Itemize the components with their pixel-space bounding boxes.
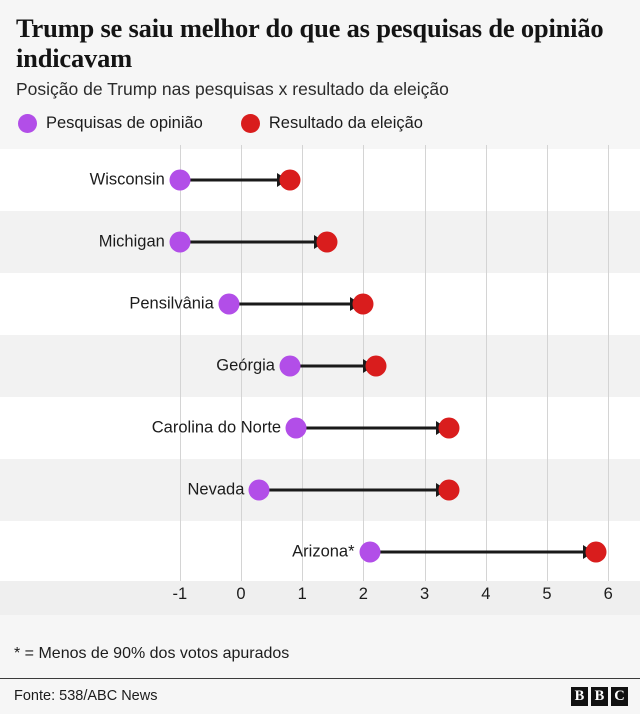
chart-header: Trump se saiu melhor do que as pesquisas… [0, 0, 640, 145]
x-axis-tick-label: 0 [236, 585, 246, 604]
poll-dot [169, 231, 191, 253]
legend-item: Pesquisas de opinião [18, 114, 203, 134]
connector-line [369, 550, 585, 554]
poll-dot [359, 541, 381, 563]
poll-dot [169, 169, 191, 191]
x-axis-tick-label: 4 [481, 585, 491, 604]
chart-legend: Pesquisas de opinião Resultado da eleição [16, 112, 624, 145]
legend-label: Resultado da eleição [268, 114, 423, 133]
bbc-logo-letter: B [571, 687, 588, 706]
chart-row: Geórgia [0, 335, 640, 397]
result-dot [585, 541, 607, 563]
source-bar: Fonte: 538/ABC News BBC [0, 678, 640, 714]
legend-item: Resultado da eleição [240, 114, 423, 134]
result-dot [438, 417, 460, 439]
data-rows: Wisconsin Michigan Pensilvânia Geórgia Carol… [0, 145, 640, 591]
row-label: Geórgia [216, 356, 275, 375]
x-axis-tick-label: 2 [358, 585, 368, 604]
poll-dot [285, 417, 307, 439]
x-axis-tick-label: 6 [603, 585, 613, 604]
page-title: Trump se saiu melhor do que as pesquisas… [16, 13, 604, 73]
chart-row: Wisconsin [0, 149, 640, 211]
row-label: Michigan [98, 232, 165, 251]
legend-label: Pesquisas de opinião [46, 114, 203, 133]
row-label: Wisconsin [89, 170, 165, 189]
chart-row: Michigan [0, 211, 640, 273]
row-label: Arizona* [292, 542, 355, 561]
circle-icon [240, 114, 260, 134]
connector-line [179, 240, 316, 244]
bbc-logo-letter: C [611, 687, 628, 706]
x-axis: -1 0 1 2 3 4 5 6 [0, 581, 640, 616]
connector-line [179, 178, 279, 182]
chart-row: Arizona* [0, 521, 640, 583]
plot-area: Wisconsin Michigan Pensilvânia Geórgia Carol… [0, 145, 640, 616]
poll-dot [279, 355, 301, 377]
x-axis-tick-label: 3 [420, 585, 430, 604]
connector-line [228, 302, 353, 306]
bbc-logo: BBC [571, 687, 628, 706]
result-dot [316, 231, 338, 253]
row-label: Pensilvânia [129, 294, 214, 313]
result-dot [365, 355, 387, 377]
connector-line [289, 364, 365, 368]
row-label: Carolina do Norte [151, 418, 282, 437]
result-dot [438, 479, 460, 501]
result-dot [279, 169, 301, 191]
connector-line [296, 426, 439, 430]
chart-row: Pensilvânia [0, 273, 640, 335]
chart-footnote: * = Menos de 90% dos votos apurados [14, 645, 290, 662]
x-axis-tick-label: 5 [542, 585, 552, 604]
chart-row: Nevada [0, 459, 640, 521]
chart-row: Carolina do Norte [0, 397, 640, 459]
poll-dot [218, 293, 240, 315]
x-axis-tick-label: -1 [172, 585, 188, 604]
source-text: Fonte: 538/ABC News [14, 688, 158, 704]
x-axis-tick-label: 1 [297, 585, 307, 604]
poll-dot [248, 479, 270, 501]
connector-line [259, 488, 439, 492]
chart-card: Trump se saiu melhor do que as pesquisas… [0, 0, 640, 714]
circle-icon [18, 114, 37, 134]
chart-subtitle: Posição de Trump nas pesquisas x resulta… [16, 79, 449, 100]
row-label: Nevada [187, 480, 245, 499]
result-dot [352, 293, 374, 315]
bbc-logo-letter: B [591, 687, 608, 706]
